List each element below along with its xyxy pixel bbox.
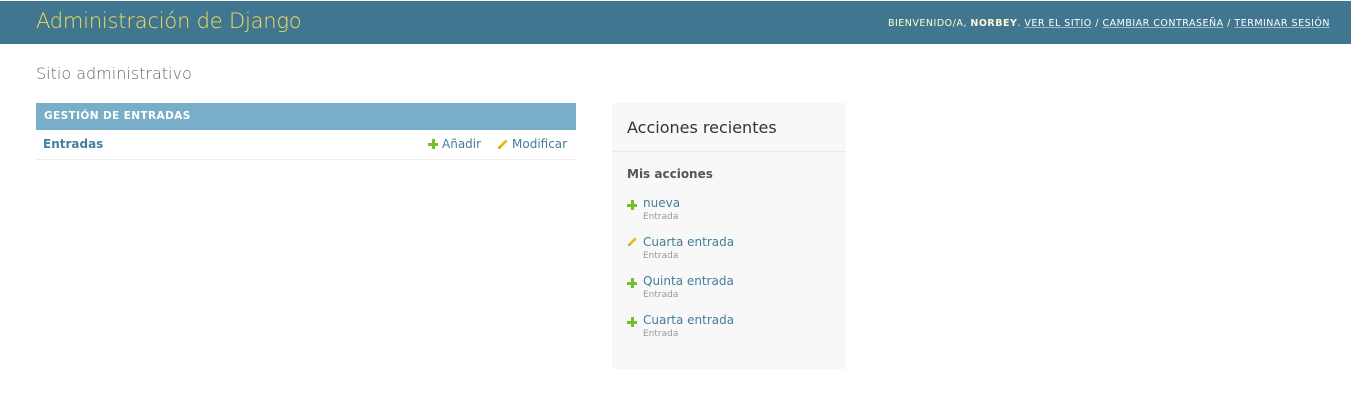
- recent-actions-title: Acciones recientes: [627, 118, 777, 137]
- action-type: Entrada: [643, 251, 679, 261]
- change-button[interactable]: Modificar: [497, 137, 567, 151]
- add-button[interactable]: Añadir: [428, 137, 481, 151]
- module-caption[interactable]: GESTIÓN DE ENTRADAS: [36, 103, 576, 130]
- action-link[interactable]: Quinta entrada: [643, 274, 734, 288]
- view-site-link[interactable]: VER EL SITIO: [1024, 18, 1091, 29]
- separator: /: [1095, 18, 1099, 29]
- action-link[interactable]: Cuarta entrada: [643, 313, 734, 327]
- add-icon: [627, 317, 637, 327]
- action-type: Entrada: [643, 329, 679, 339]
- action-link[interactable]: nueva: [643, 196, 680, 210]
- add-icon: [627, 200, 637, 210]
- recent-actions-panel: Acciones recientes Mis acciones nueva En…: [612, 103, 846, 369]
- action-type: Entrada: [643, 290, 679, 300]
- model-link-entradas[interactable]: Entradas: [43, 137, 103, 151]
- header: Administración de Django BIENVENIDO/A, N…: [0, 1, 1351, 44]
- pencil-icon: [498, 139, 508, 149]
- site-title[interactable]: Administración de Django: [36, 9, 302, 33]
- username: NORBEY: [970, 18, 1018, 29]
- logout-link[interactable]: TERMINAR SESIÓN: [1234, 18, 1330, 29]
- add-icon: [627, 278, 637, 288]
- action-type: Entrada: [643, 212, 679, 222]
- welcome-text: BIENVENIDO/A,: [887, 18, 967, 29]
- pencil-icon: [627, 237, 637, 247]
- user-tools: BIENVENIDO/A, NORBEY. VER EL SITIO / CAM…: [887, 18, 1330, 29]
- page-title: Sitio administrativo: [36, 64, 192, 83]
- add-icon: [428, 139, 438, 149]
- change-label: Modificar: [512, 137, 568, 151]
- app-module: GESTIÓN DE ENTRADAS Entradas Añadir Modi…: [36, 103, 576, 160]
- model-row: Entradas Añadir Modificar: [36, 130, 576, 160]
- action-link[interactable]: Cuarta entrada: [643, 235, 734, 249]
- add-label: Añadir: [442, 137, 482, 151]
- separator: /: [1227, 18, 1231, 29]
- divider: [612, 151, 846, 152]
- change-password-link[interactable]: CAMBIAR CONTRASEÑA: [1103, 18, 1224, 29]
- my-actions-heading: Mis acciones: [627, 167, 713, 181]
